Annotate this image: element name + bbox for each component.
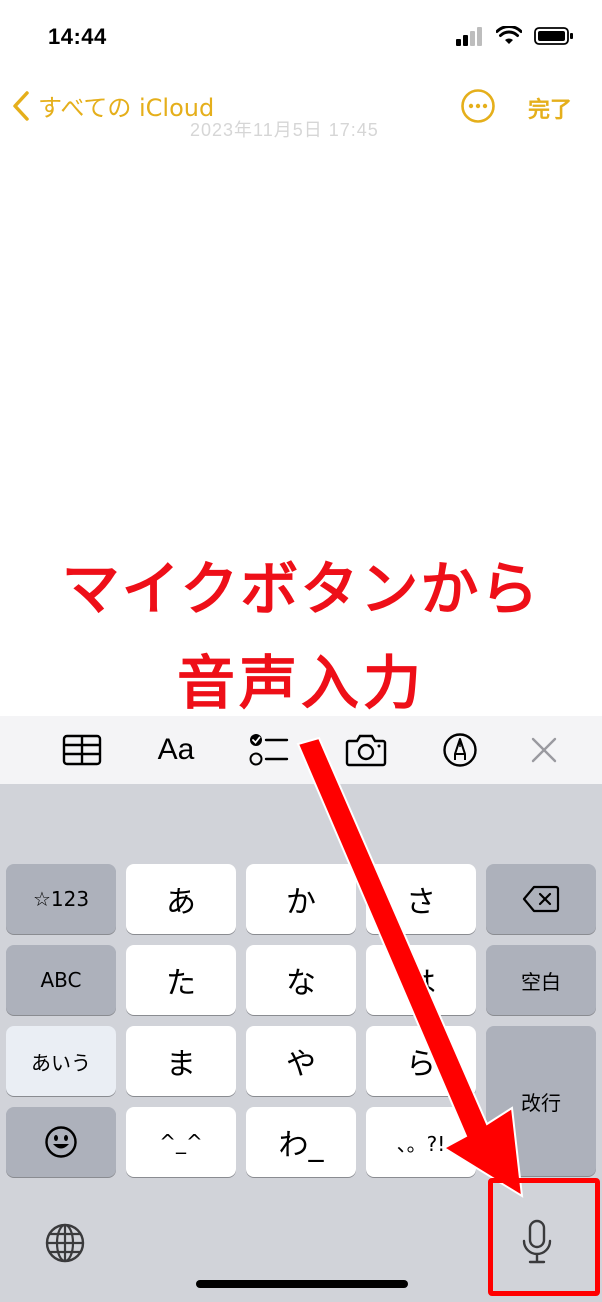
status-icons	[456, 26, 574, 46]
kana-key-ma[interactable]: ま	[126, 1026, 236, 1096]
emoji-key[interactable]	[6, 1107, 116, 1177]
back-button-label: すべての iCloud	[38, 94, 215, 122]
return-key-label: 改行	[521, 1090, 561, 1115]
home-indicator	[196, 1280, 408, 1288]
kana-key-na[interactable]: な	[246, 945, 356, 1015]
symbols-key-label: ☆123	[32, 887, 90, 911]
annotation-highlight-box	[488, 1178, 600, 1296]
kana-key-label: た	[166, 966, 196, 1001]
kana-key-a[interactable]: あ	[126, 864, 236, 934]
emoticon-key-label: ^_^	[159, 1130, 203, 1154]
note-date: 2023年11月5日 17:45	[190, 120, 379, 140]
emoji-face-icon	[45, 1126, 77, 1158]
kana-key-label: か	[286, 885, 316, 920]
kana-key-label: わ_	[278, 1128, 324, 1163]
kana-key-ya[interactable]: や	[246, 1026, 356, 1096]
symbols-key[interactable]: ☆123	[6, 864, 116, 934]
kana-key-label: や	[286, 1047, 316, 1082]
space-key-label: 空白	[521, 969, 561, 994]
kana-key-ra[interactable]: ら	[366, 1026, 476, 1096]
kana-mode-key-label: あいう	[31, 1050, 91, 1075]
kana-key-label: さ	[406, 885, 436, 920]
text-style-button[interactable]: Aa	[146, 726, 206, 774]
abc-key-label: ABC	[40, 968, 82, 992]
kana-mode-key[interactable]: あいう	[6, 1026, 116, 1096]
kana-key-wa[interactable]: わ_	[246, 1107, 356, 1177]
ellipsis-circle-icon	[461, 89, 495, 123]
markup-button[interactable]	[430, 726, 490, 774]
kana-key-label: は	[406, 966, 436, 1001]
kana-key-label: ま	[166, 1047, 196, 1082]
kana-key-ka[interactable]: か	[246, 864, 356, 934]
return-key[interactable]: 改行	[486, 1026, 596, 1176]
kana-key-sa[interactable]: さ	[366, 864, 476, 934]
emoticon-key[interactable]: ^_^	[126, 1107, 236, 1177]
annotation-line-1: マイクボタンから	[61, 555, 541, 623]
table-icon	[62, 734, 102, 766]
delete-key[interactable]	[486, 864, 596, 934]
done-button[interactable]: 完了	[528, 92, 572, 124]
status-bar: 14:44	[0, 0, 602, 80]
globe-key[interactable]	[30, 1208, 100, 1278]
kana-key-ha[interactable]: は	[366, 945, 476, 1015]
kana-key-ta[interactable]: た	[126, 945, 236, 1015]
annotation-line-2: 音声入力	[176, 649, 425, 717]
kana-key-label: ら	[406, 1047, 436, 1082]
kana-key-label: な	[286, 966, 316, 1001]
table-button[interactable]	[52, 726, 112, 774]
format-toolbar: Aa	[0, 716, 602, 784]
globe-icon	[45, 1223, 85, 1263]
close-toolbar-button[interactable]	[514, 726, 574, 774]
camera-icon	[345, 734, 387, 767]
more-options-button[interactable]	[460, 88, 496, 124]
wifi-icon	[496, 26, 522, 44]
space-key[interactable]: 空白	[486, 945, 596, 1015]
checklist-button[interactable]	[240, 726, 300, 774]
back-button[interactable]: すべての iCloud	[12, 88, 214, 123]
abc-key[interactable]: ABC	[6, 945, 116, 1015]
pen-circle-icon	[443, 733, 477, 767]
delete-backward-icon	[522, 885, 560, 913]
checklist-icon	[249, 734, 289, 766]
punctuation-key[interactable]: 、。?!	[366, 1107, 476, 1177]
close-icon	[531, 737, 557, 763]
cellular-signal-icon	[456, 27, 482, 46]
chevron-left-icon	[13, 90, 29, 121]
camera-button[interactable]	[336, 726, 396, 774]
punctuation-key-label: 、。?!	[396, 1131, 446, 1156]
status-time: 14:44	[48, 24, 107, 49]
battery-icon	[534, 27, 573, 45]
kana-key-label: あ	[166, 885, 196, 920]
